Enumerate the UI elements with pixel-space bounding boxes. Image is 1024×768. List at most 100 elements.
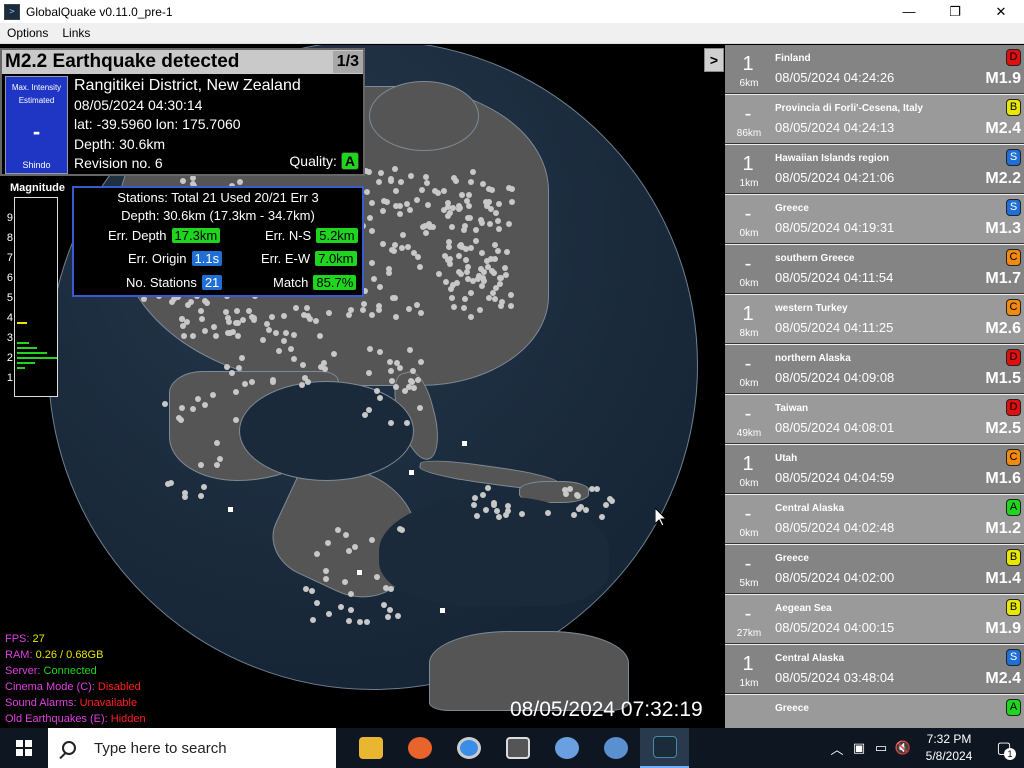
quake-list-item[interactable]: - 49km Taiwan 08/05/2024 04:08:01 M2.5 D [725,395,1024,444]
station-marker [393,188,399,194]
quake-list-item[interactable]: 1 0km Utah 08/05/2024 04:04:59 M1.6 C [725,445,1024,494]
quake-depth: 0km [739,278,759,289]
station-marker [495,248,501,254]
quake-list-item[interactable]: - 0km Central Alaska 08/05/2024 04:02:48 M1.… [725,495,1024,544]
quake-list-item[interactable]: - 0km Greece 08/05/2024 04:19:31 M1.3 S [725,195,1024,244]
station-marker [239,355,245,361]
station-marker [388,368,394,374]
station-marker [447,261,453,267]
station-marker [304,305,310,311]
station-marker [281,338,287,344]
quake-list-item[interactable]: 1 1km Hawaiian Islands region 08/05/2024 04… [725,145,1024,194]
maximize-button[interactable]: ❐ [932,0,978,23]
app-icon-5[interactable] [542,728,591,768]
ram-value: 0.26 / 0.68GB [35,649,104,661]
mag-tick: 8 [6,232,13,244]
station-marker [303,586,309,592]
fps-value: 27 [32,633,45,645]
quake-region: Utah [775,453,798,464]
app-icon-6[interactable] [591,728,640,768]
station-marker [446,244,452,250]
station-marker [398,179,404,185]
volume-muted-icon[interactable]: 🔇 [892,740,914,756]
start-button[interactable] [0,728,48,768]
mag-tick: 9 [6,212,13,224]
ram-label: RAM: [5,649,33,661]
station-marker [214,440,220,446]
station-marker [283,330,289,336]
station-marker [392,295,398,301]
station-marker [249,379,255,385]
tray-clock[interactable]: 7:32 PM 5/8/2024 [914,731,984,765]
station-marker [480,275,486,281]
app-icon-4[interactable] [493,728,542,768]
quake-quality-badge: D [1006,349,1021,366]
activity-icon[interactable]: ▣ [848,740,870,756]
station-marker [374,388,380,394]
station-marker [300,362,306,368]
close-button[interactable]: ✕ [978,0,1024,23]
chrome-icon[interactable] [444,728,493,768]
quake-list-item[interactable]: Greece A [725,695,1024,728]
err-origin-value: 1.1s [191,251,223,266]
quake-time: 08/05/2024 04:08:01 [775,420,895,435]
station-marker [480,181,486,187]
quake-depth: 5km [739,578,759,589]
firefox-icon[interactable] [395,728,444,768]
quake-list-item[interactable]: - 86km Provincia di Forli'-Cesena, Italy 08… [725,95,1024,144]
page-indicator[interactable]: 1/3 [332,51,363,73]
err-origin-label: Err. Origin [128,251,187,266]
station-marker [352,544,358,550]
quake-depth: 8km [739,328,759,339]
quake-list-item[interactable]: - 27km Aegean Sea 08/05/2024 04:00:15 M1.9 B [725,595,1024,644]
station-marker [461,305,467,311]
station-marker [313,318,319,324]
station-marker [198,493,204,499]
quake-list-item[interactable]: - 0km northern Alaska 08/05/2024 04:09:08 M1… [725,345,1024,394]
menu-links[interactable]: Links [55,26,97,40]
menu-options[interactable]: Options [0,26,55,40]
quake-magnitude: M1.3 [985,220,1021,237]
expand-list-button[interactable]: > [704,48,724,72]
match-value: 85.7% [313,275,357,290]
station-marker [545,510,551,516]
station-marker-active [462,441,467,446]
quake-magnitude: M1.5 [985,370,1021,387]
file-explorer-icon[interactable] [346,728,395,768]
chevron-up-icon[interactable]: ︿ [826,739,848,758]
minimize-button[interactable]: — [886,0,932,23]
taskbar: Type here to search ︿ ▣ ▭ 🔇 7:32 PM 5/8/… [0,728,1024,768]
old-earthquakes-label: Old Earthquakes (E): [5,713,108,725]
station-marker [234,308,240,314]
quake-depth: 1km [739,678,759,689]
station-marker [417,264,423,270]
notification-icon[interactable]: ▢ 1 [984,728,1024,768]
quake-list-item[interactable]: - 5km Greece 08/05/2024 04:02:00 M1.4 B [725,545,1024,594]
station-marker [369,312,375,318]
quake-depth: 6km [739,78,759,89]
taskbar-search[interactable]: Type here to search [48,728,336,768]
station-marker [574,492,580,498]
earthquake-list[interactable]: 1 6km Finland 08/05/2024 04:24:26 M1.9 D - 86km… [725,45,1024,728]
quake-list-item[interactable]: 1 1km Central Alaska 08/05/2024 03:48:04 M2.… [725,645,1024,694]
globalquake-taskbar-icon[interactable] [640,728,689,768]
quake-list-item[interactable]: 1 6km Finland 08/05/2024 04:24:26 M1.9 D [725,45,1024,94]
station-marker [563,491,569,497]
station-marker [388,420,394,426]
quake-depth: 0km [739,478,759,489]
err-ns-label: Err. N-S [265,228,312,243]
window-title: GlobalQuake v0.11.0_pre-1 [26,4,173,19]
station-marker [395,613,401,619]
quake-magnitude: M1.9 [985,620,1021,637]
station-marker [599,514,605,520]
station-marker [371,276,377,282]
station-marker [496,226,502,232]
quake-list-item[interactable]: 1 8km western Turkey 08/05/2024 04:11:25 M2.… [725,295,1024,344]
station-marker [389,247,395,253]
server-value: Connected [43,665,97,677]
quake-list-item[interactable]: - 0km southern Greece 08/05/2024 04:11:54 M1… [725,245,1024,294]
quake-time: 08/05/2024 04:04:59 [775,470,895,485]
quake-intensity: 1 [742,653,754,675]
quake-quality-badge: S [1006,199,1021,216]
network-icon[interactable]: ▭ [870,740,892,756]
